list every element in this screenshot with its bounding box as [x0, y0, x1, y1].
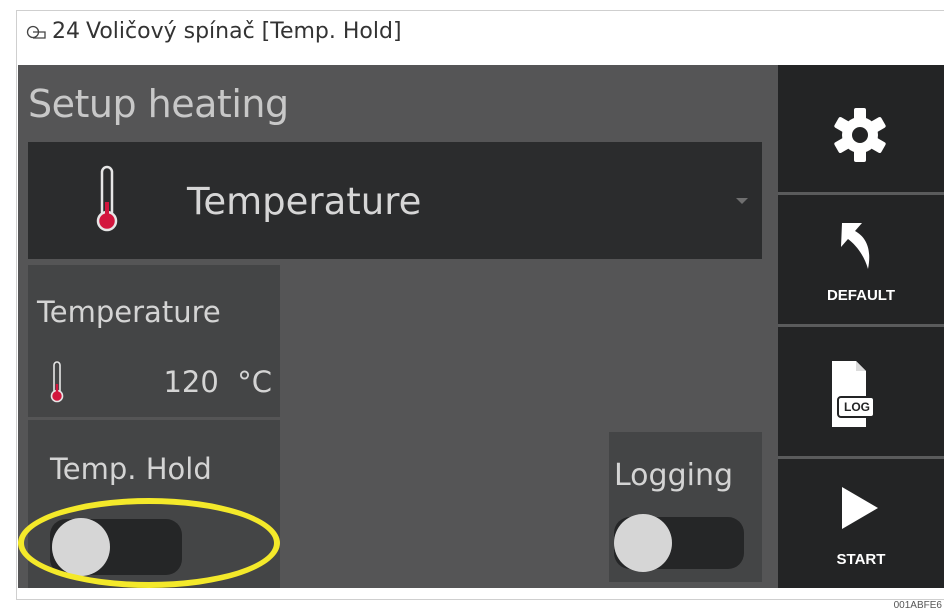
thermometer-icon [50, 361, 64, 403]
start-label: START [836, 551, 886, 568]
temperature-card[interactable]: Temperature 120 °C [28, 265, 280, 417]
logging-toggle[interactable] [614, 514, 744, 572]
figure-number: 24 [52, 19, 80, 44]
logging-label: Logging [614, 458, 734, 493]
sidebar: DEFAULT LOG START [778, 65, 944, 588]
log-icon-label: LOG [844, 400, 870, 414]
toggle-knob [614, 514, 672, 572]
heating-mode-dropdown[interactable]: Temperature [28, 142, 762, 259]
undo-arrow-icon [841, 223, 870, 269]
highlight-ellipse [18, 498, 280, 588]
default-button[interactable]: DEFAULT [778, 195, 944, 327]
temperature-value: 120 °C [163, 365, 272, 399]
temperature-card-title: Temperature [37, 295, 221, 329]
chevron-down-icon [736, 198, 748, 204]
temp-hold-label: Temp. Hold [50, 452, 212, 486]
figure-icon [26, 25, 46, 39]
thermometer-icon [96, 165, 118, 232]
play-icon [842, 487, 878, 529]
log-button[interactable]: LOG [778, 327, 944, 459]
default-label: DEFAULT [826, 287, 896, 304]
gear-icon [834, 108, 886, 162]
page-title: Setup heating [28, 82, 289, 126]
start-button[interactable]: START [778, 459, 944, 588]
figure-title: Voličový spínač [Temp. Hold] [86, 19, 402, 44]
log-file-icon [832, 361, 875, 427]
figure-caption: 24 Voličový spínač [Temp. Hold] [26, 19, 402, 44]
document-code: 001ABFE6 [893, 600, 942, 611]
dropdown-selected-value: Temperature [187, 180, 422, 223]
settings-button[interactable] [778, 65, 944, 195]
